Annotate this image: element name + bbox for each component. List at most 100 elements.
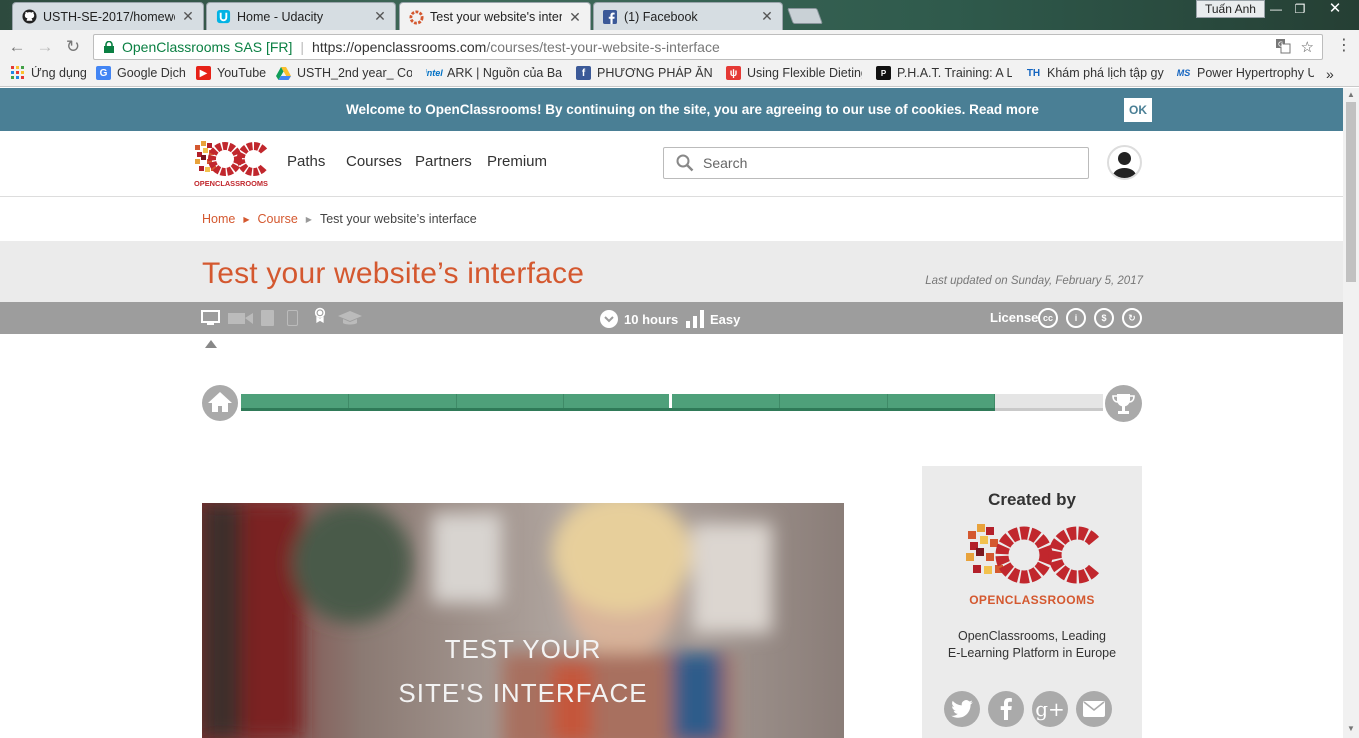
bookmark-gym[interactable]: TH Khám phá lịch tập gym xyxy=(1026,66,1164,80)
tab-close-icon[interactable]: ✕ xyxy=(373,8,387,25)
translate-icon[interactable]: G xyxy=(1275,38,1291,58)
sharealike-icon[interactable]: ↻ xyxy=(1122,308,1142,328)
intel-icon: intel xyxy=(426,68,443,78)
browser-menu-icon[interactable]: ⋮ xyxy=(1336,38,1352,54)
trophy-icon xyxy=(1112,394,1135,414)
tab-close-icon[interactable]: ✕ xyxy=(760,8,774,25)
address-bar[interactable]: OpenClassrooms SAS [FR] | https://opencl… xyxy=(93,34,1323,60)
bookmark-usth[interactable]: USTH_2nd year_ Com xyxy=(276,66,412,80)
video-title-line1: TEST YOUR xyxy=(444,634,602,664)
bookmark-flexible-dieting[interactable]: ψ Using Flexible Dieting xyxy=(726,66,862,80)
twitter-icon xyxy=(951,700,973,718)
progress-segment xyxy=(241,394,349,408)
difficulty-text: Easy xyxy=(710,311,741,327)
progress-segment-shadow xyxy=(672,408,780,411)
bookmark-label: PHƯƠNG PHÁP ĂN K xyxy=(597,66,712,80)
course-intro-video[interactable]: TEST YOUR SITE'S INTERFACE xyxy=(202,503,844,738)
bookmark-google-translate[interactable]: G Google Dịch xyxy=(96,66,186,80)
progress-segment-shadow xyxy=(348,408,457,411)
creator-brand: OPENCLASSROOMS xyxy=(969,593,1095,607)
nav-partners[interactable]: Partners xyxy=(415,153,472,170)
tab-close-icon[interactable]: ✕ xyxy=(181,8,195,25)
video-camera-icon[interactable] xyxy=(228,310,254,326)
facebook-button[interactable] xyxy=(988,691,1024,727)
search-placeholder: Search xyxy=(703,155,748,171)
user-avatar[interactable] xyxy=(1107,145,1142,180)
back-icon[interactable]: ← xyxy=(6,36,28,58)
chevron-right-icon: ▶ xyxy=(305,214,312,224)
bookmark-label: Khám phá lịch tập gym xyxy=(1047,66,1164,80)
progress-trophy-button[interactable] xyxy=(1105,385,1142,422)
tablet-icon[interactable] xyxy=(261,310,274,326)
minimize-icon[interactable]: — xyxy=(1264,0,1288,18)
profile-button[interactable]: Tuấn Anh xyxy=(1196,0,1265,18)
creator-heading: Created by xyxy=(988,490,1076,509)
attribution-icon[interactable]: i xyxy=(1066,308,1086,328)
tab-title: Test your website's interf xyxy=(430,10,562,24)
openclassrooms-logo[interactable]: OPENCLASSROOMS xyxy=(193,139,269,189)
progress-segment xyxy=(348,394,457,408)
bookmark-phat[interactable]: P P.H.A.T. Training: A Lo xyxy=(876,66,1012,80)
twitter-button[interactable] xyxy=(944,691,980,727)
breadcrumb-course[interactable]: Course xyxy=(258,212,298,226)
forward-icon[interactable]: → xyxy=(34,36,56,58)
mobile-icon[interactable] xyxy=(287,310,298,326)
browser-toolbar: ← → ↻ OpenClassrooms SAS [FR] | https://… xyxy=(0,30,1359,63)
th-icon: TH xyxy=(1026,67,1041,79)
tab-facebook[interactable]: (1) Facebook ✕ xyxy=(593,2,783,30)
nav-courses[interactable]: Courses xyxy=(346,153,402,170)
bookmarks-overflow-button[interactable]: » xyxy=(1326,66,1334,82)
reload-icon[interactable]: ↻ xyxy=(62,36,84,58)
cookie-message[interactable]: Welcome to OpenClassrooms! By continuing… xyxy=(346,102,1039,117)
page-scrollbar[interactable]: ▲ ▼ xyxy=(1343,88,1359,738)
tab-close-icon[interactable]: ✕ xyxy=(568,9,582,26)
google-plus-button[interactable]: g+ xyxy=(1032,691,1068,727)
bookmark-ark[interactable]: intel ARK | Nguồn của Ban xyxy=(426,66,562,80)
scrollbar-thumb[interactable] xyxy=(1346,102,1356,282)
tab-title: USTH-SE-2017/homewo xyxy=(43,9,175,24)
course-duration: 10 hours xyxy=(600,310,678,328)
cookie-ok-button[interactable]: OK xyxy=(1124,98,1152,122)
creative-commons-icon[interactable]: cc xyxy=(1038,308,1058,328)
close-window-icon[interactable]: ✕ xyxy=(1322,0,1348,18)
bookmark-phuong-phap[interactable]: f PHƯƠNG PHÁP ĂN K xyxy=(576,66,712,80)
creator-desc-line1: OpenClassrooms, Leading xyxy=(958,629,1106,643)
desktop-icon[interactable] xyxy=(201,310,220,326)
email-button[interactable] xyxy=(1076,691,1112,727)
tab-pointer-icon xyxy=(205,340,217,348)
nav-paths[interactable]: Paths xyxy=(287,153,325,170)
scroll-down-icon[interactable]: ▼ xyxy=(1347,724,1355,733)
license-label: License xyxy=(990,310,1039,325)
facebook-icon xyxy=(1000,698,1012,720)
tab-openclassrooms[interactable]: Test your website's interf ✕ xyxy=(399,2,591,31)
creator-card: Created by OPENCLASSROOMS OpenClassrooms… xyxy=(922,466,1142,738)
progress-home-button[interactable] xyxy=(202,385,238,421)
new-tab-button[interactable] xyxy=(787,8,823,24)
openclassrooms-icon xyxy=(408,9,424,25)
certificate-icon[interactable] xyxy=(312,307,328,323)
breadcrumb-home[interactable]: Home xyxy=(202,212,235,226)
search-input[interactable]: Search xyxy=(663,147,1089,179)
tab-title: Home - Udacity xyxy=(237,9,324,24)
progress-segment xyxy=(887,394,995,408)
graduation-cap-icon[interactable] xyxy=(338,310,362,326)
nav-premium[interactable]: Premium xyxy=(487,153,547,170)
bookmark-youtube[interactable]: ▶ YouTube xyxy=(196,66,266,80)
restore-icon[interactable]: ❐ xyxy=(1288,0,1312,18)
bookmark-star-icon[interactable]: ☆ xyxy=(1301,38,1314,58)
tab-udacity[interactable]: Home - Udacity ✕ xyxy=(206,2,396,30)
duration-text: 10 hours xyxy=(624,311,679,327)
openclassrooms-logo-large[interactable] xyxy=(964,521,1100,591)
site-identity[interactable]: OpenClassrooms SAS [FR] xyxy=(122,39,292,55)
tab-github[interactable]: USTH-SE-2017/homewo ✕ xyxy=(12,2,204,30)
search-icon xyxy=(676,154,694,172)
noncommercial-icon[interactable]: $ xyxy=(1094,308,1114,328)
youtube-icon: ▶ xyxy=(196,66,211,80)
google-plus-icon: g+ xyxy=(1035,697,1065,721)
bookmark-power-hypertrophy[interactable]: MS Power Hypertrophy U xyxy=(1176,66,1314,80)
facebook-icon xyxy=(602,9,618,25)
scroll-up-icon[interactable]: ▲ xyxy=(1347,90,1355,99)
bookmark-apps[interactable]: Ứng dụng xyxy=(10,66,87,80)
apps-grid-icon xyxy=(10,66,25,80)
email-icon xyxy=(1083,701,1105,717)
